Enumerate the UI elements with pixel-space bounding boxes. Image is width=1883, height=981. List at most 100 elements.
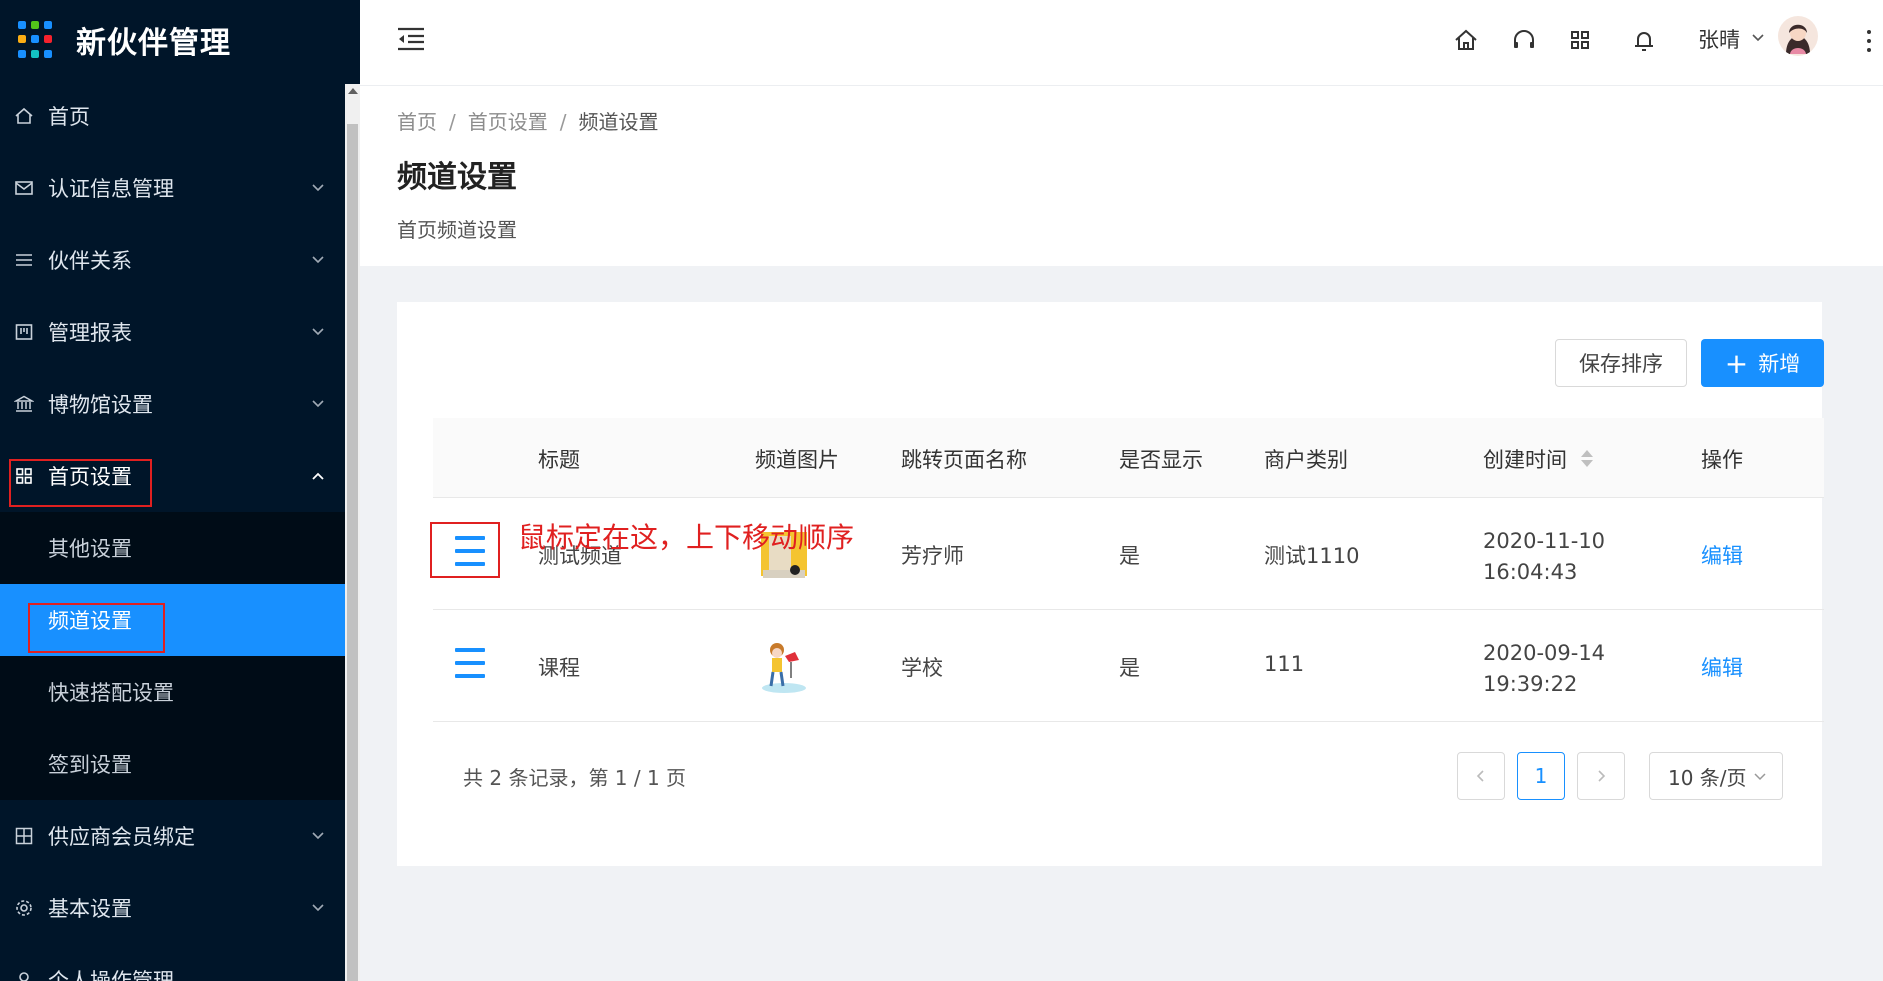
app-title: 新伙伴管理 xyxy=(76,26,231,61)
bell-icon[interactable] xyxy=(1630,26,1658,54)
appstore-icon[interactable] xyxy=(1566,26,1594,54)
page-size-select[interactable]: 10 条/页 xyxy=(1649,752,1783,800)
sidebar-item-label: 其他设置 xyxy=(48,537,132,561)
cell-time: 16:04:43 xyxy=(1483,560,1578,584)
bank-icon xyxy=(12,392,36,416)
cell-page: 学校 xyxy=(901,656,943,680)
page-number-button[interactable]: 1 xyxy=(1517,752,1565,800)
home-icon xyxy=(12,104,36,128)
table-row: 课程 学校 是 111 2020-09-14 19:39:22 编辑 xyxy=(433,610,1824,722)
sidebar-item-basic-settings[interactable]: 基本设置 xyxy=(0,872,360,944)
more-vertical-icon[interactable] xyxy=(1865,28,1873,54)
column-header: 商户类别 xyxy=(1264,448,1348,472)
sort-icon[interactable] xyxy=(1581,450,1593,468)
chevron-up-icon xyxy=(312,472,324,480)
sidebar-item-museum[interactable]: 博物馆设置 xyxy=(0,368,360,440)
user-name[interactable]: 张晴 xyxy=(1698,24,1740,54)
sidebar: 新伙伴管理 首页 认证信息管理 伙伴关系 管理报表 博物馆设置 首页设置 其他设… xyxy=(0,0,360,981)
chevron-right-icon xyxy=(1598,770,1606,782)
top-header: 张晴 xyxy=(360,0,1883,86)
board-icon xyxy=(12,320,36,344)
sidebar-item-label: 基本设置 xyxy=(48,897,132,921)
sidebar-item-label: 认证信息管理 xyxy=(48,177,174,201)
page-description: 首页频道设置 xyxy=(397,218,517,242)
apps-grid-icon xyxy=(18,21,56,59)
mail-icon xyxy=(12,176,36,200)
column-header: 频道图片 xyxy=(755,448,839,472)
sidebar-item-label: 首页 xyxy=(48,105,90,129)
cell-show: 是 xyxy=(1119,544,1140,568)
breadcrumb: 首页 / 首页设置 / 频道设置 xyxy=(397,110,659,134)
scrollbar-thumb[interactable] xyxy=(347,124,358,981)
pagination-total: 共 2 条记录，第 1 / 1 页 xyxy=(463,766,687,790)
sidebar-menu-lower: 供应商会员绑定 基本设置 个人操作管理 xyxy=(0,800,360,981)
drag-handle-icon[interactable] xyxy=(455,648,485,680)
sidebar-item-other-settings[interactable]: 其他设置 xyxy=(0,512,360,584)
cell-type: 测试1110 xyxy=(1264,544,1360,568)
chevron-left-icon xyxy=(1476,770,1484,782)
cell-show: 是 xyxy=(1119,656,1140,680)
chevron-down-icon xyxy=(1754,773,1766,781)
sidebar-item-checkin[interactable]: 签到设置 xyxy=(0,728,360,800)
sidebar-item-label: 签到设置 xyxy=(48,753,132,777)
prev-page-button[interactable] xyxy=(1457,752,1505,800)
avatar[interactable] xyxy=(1778,16,1818,56)
submenu-home-settings: 其他设置 频道设置 快速搭配设置 签到设置 xyxy=(0,512,360,800)
highlight-box-channel-settings xyxy=(28,603,165,653)
home-icon[interactable] xyxy=(1452,26,1480,54)
breadcrumb-item[interactable]: 首页设置 xyxy=(468,110,548,134)
cell-created-time: 2020-11-10 16:04:43 xyxy=(1483,526,1605,588)
sidebar-menu: 首页 认证信息管理 伙伴关系 管理报表 博物馆设置 首页设置 xyxy=(0,80,360,512)
edit-link[interactable]: 编辑 xyxy=(1701,652,1743,682)
cluster-icon xyxy=(12,824,36,848)
sidebar-scrollbar[interactable] xyxy=(345,84,360,981)
page-size-value: 10 条/页 xyxy=(1668,765,1747,790)
sidebar-item-label: 博物馆设置 xyxy=(48,393,153,417)
page-title: 频道设置 xyxy=(397,160,517,195)
chevron-down-icon[interactable] xyxy=(1750,30,1766,46)
sidebar-item-personal[interactable]: 个人操作管理 xyxy=(0,944,360,981)
sidebar-item-label: 管理报表 xyxy=(48,321,132,345)
cell-type: 111 xyxy=(1264,652,1305,676)
channel-image xyxy=(755,638,813,696)
chevron-down-icon xyxy=(312,832,324,840)
sidebar-item-partner[interactable]: 伙伴关系 xyxy=(0,224,360,296)
annotation-text: 鼠标定在这，上下移动顺序 xyxy=(518,521,855,554)
menu-fold-icon[interactable] xyxy=(396,26,426,52)
column-header: 标题 xyxy=(538,448,580,472)
gear-icon xyxy=(12,896,36,920)
sidebar-item-home[interactable]: 首页 xyxy=(0,80,360,152)
app-logo[interactable]: 新伙伴管理 xyxy=(0,0,360,80)
edit-link[interactable]: 编辑 xyxy=(1701,540,1743,570)
cell-date: 2020-11-10 xyxy=(1483,529,1606,553)
breadcrumb-item[interactable]: 首页 xyxy=(397,110,437,134)
column-header-label: 创建时间 xyxy=(1483,448,1567,472)
user-icon xyxy=(12,968,36,981)
cell-created-time: 2020-09-14 19:39:22 xyxy=(1483,638,1605,700)
sidebar-item-supplier[interactable]: 供应商会员绑定 xyxy=(0,800,360,872)
sidebar-item-report[interactable]: 管理报表 xyxy=(0,296,360,368)
column-header: 操作 xyxy=(1701,448,1743,472)
add-button[interactable]: + 新增 xyxy=(1701,339,1824,387)
sidebar-item-label: 快速搭配设置 xyxy=(48,681,174,705)
sidebar-item-label: 个人操作管理 xyxy=(48,969,174,981)
annotation-highlight-box xyxy=(430,522,500,578)
column-header: 跳转页面名称 xyxy=(901,448,1027,472)
scroll-up-icon[interactable] xyxy=(348,88,358,94)
cell-title: 课程 xyxy=(538,656,580,680)
sidebar-item-quick-match[interactable]: 快速搭配设置 xyxy=(0,656,360,728)
next-page-button[interactable] xyxy=(1577,752,1625,800)
page-header: 首页 / 首页设置 / 频道设置 频道设置 首页频道设置 xyxy=(360,86,1883,266)
column-header-created-time[interactable]: 创建时间 xyxy=(1483,444,1593,474)
breadcrumb-current: 频道设置 xyxy=(578,110,659,134)
chevron-down-icon xyxy=(312,904,324,912)
save-order-button[interactable]: 保存排序 xyxy=(1555,339,1687,387)
list-icon xyxy=(12,248,36,272)
headset-icon[interactable] xyxy=(1510,26,1538,54)
highlight-box-home-settings xyxy=(9,459,152,507)
cell-time: 19:39:22 xyxy=(1483,672,1578,696)
sidebar-item-label: 伙伴关系 xyxy=(48,249,132,273)
channel-table: 标题 频道图片 跳转页面名称 是否显示 商户类别 创建时间 操作 测试频道 芳疗… xyxy=(433,418,1824,722)
chevron-down-icon xyxy=(312,256,324,264)
sidebar-item-auth[interactable]: 认证信息管理 xyxy=(0,152,360,224)
